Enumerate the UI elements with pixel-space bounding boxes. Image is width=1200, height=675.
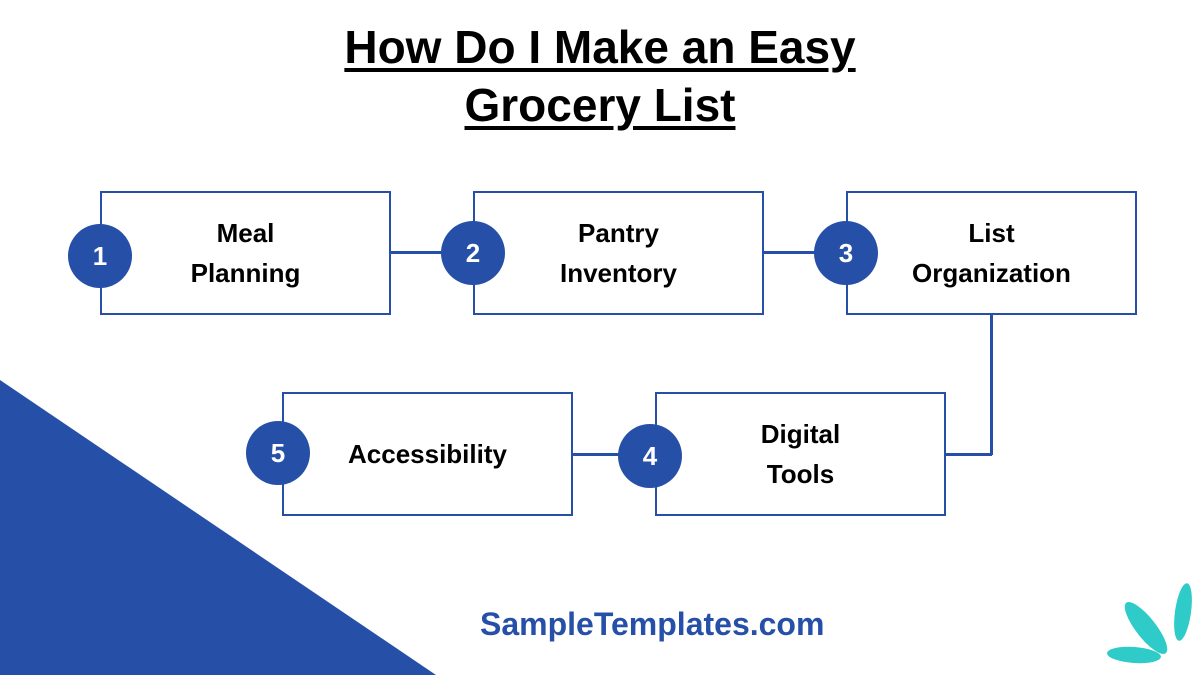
title-line-2: Grocery List — [464, 79, 736, 131]
step-number-badge: 3 — [814, 221, 878, 285]
step-box-list-organization: List Organization — [846, 191, 1137, 315]
step-label-line2: Organization — [912, 258, 1071, 288]
connector-3-4-vertical — [990, 313, 993, 455]
title-line-1: How Do I Make an Easy — [344, 21, 856, 73]
step-label-line2: Tools — [766, 459, 835, 489]
step-label-line1: List — [968, 218, 1015, 248]
step-box-accessibility: Accessibility — [282, 392, 573, 516]
step-number-badge: 4 — [618, 424, 682, 488]
connector-3-4-horizontal — [944, 453, 992, 456]
page-title: How Do I Make an Easy Grocery List — [0, 18, 1200, 134]
step-number-badge: 2 — [441, 221, 505, 285]
step-box-pantry-inventory: Pantry Inventory — [473, 191, 764, 315]
brand-logo-text: SampleTemplates.com — [480, 606, 825, 642]
step-label-line2: Planning — [190, 258, 301, 288]
step-label-line2: Inventory — [559, 258, 678, 288]
step-label-line1: Meal — [216, 218, 275, 248]
step-number-badge: 1 — [68, 224, 132, 288]
step-label-line1: Pantry — [578, 218, 659, 248]
step-number-badge: 5 — [246, 421, 310, 485]
step-label-line1: Accessibility — [348, 439, 507, 469]
step-box-meal-planning: Meal Planning — [100, 191, 391, 315]
step-label-line1: Digital — [760, 419, 841, 449]
step-box-digital-tools: Digital Tools — [655, 392, 946, 516]
